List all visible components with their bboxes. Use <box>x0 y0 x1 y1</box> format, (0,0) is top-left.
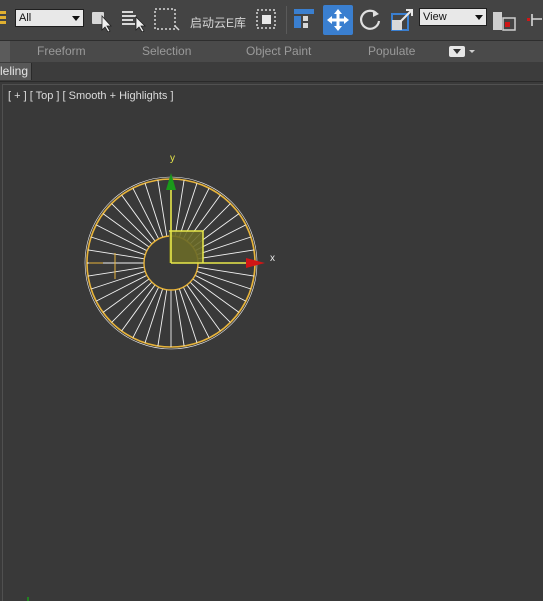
reference-coordinate-value: View <box>423 11 447 23</box>
tab-populate[interactable]: Populate <box>368 44 415 58</box>
top-viewport[interactable]: [ + ] [ Top ] [ Smooth + Highlights ] y … <box>2 84 543 601</box>
chevron-down-icon <box>72 16 80 21</box>
chevron-down-icon <box>475 15 483 20</box>
axis-label-y: y <box>170 153 175 164</box>
selection-filter-value: All <box>19 12 32 24</box>
viewport-scene: y x <box>27 153 275 601</box>
layer-icon[interactable] <box>292 6 316 32</box>
reference-coordinate-dropdown[interactable]: View <box>419 8 487 26</box>
ribbon-menu-icon[interactable] <box>449 46 479 58</box>
snap-icon[interactable] <box>526 6 543 32</box>
window-crossing-icon[interactable] <box>255 6 279 32</box>
selection-filter-dropdown[interactable]: All <box>15 9 84 27</box>
main-toolbar: All 启动云E库 View <box>0 0 543 41</box>
select-object-icon[interactable] <box>91 6 113 32</box>
select-by-name-icon[interactable] <box>121 6 147 32</box>
axis-label-x: x <box>270 253 275 264</box>
gizmo-y-arrow[interactable] <box>166 173 176 190</box>
toolbar-divider <box>286 6 287 34</box>
tab-object-paint[interactable]: Object Paint <box>246 44 311 58</box>
select-and-move-icon[interactable] <box>323 5 353 35</box>
select-and-rotate-icon[interactable] <box>357 6 383 32</box>
cloud-library-label[interactable]: 启动云E库 <box>190 14 246 31</box>
select-and-scale-icon[interactable] <box>390 6 416 32</box>
modeling-panel-label[interactable]: leling <box>0 63 33 80</box>
tab-selection[interactable]: Selection <box>142 44 191 58</box>
rectangular-selection-icon[interactable] <box>153 6 181 32</box>
gizmo-plane-handle[interactable] <box>169 231 203 263</box>
teapot-icon[interactable] <box>0 6 10 32</box>
modeling-panel-strip: leling <box>0 62 543 82</box>
ribbon-tab-modeling-edge[interactable] <box>0 41 10 62</box>
pivot-icon[interactable] <box>492 6 518 32</box>
ribbon-tab-bar: Freeform Selection Object Paint Populate <box>0 41 543 63</box>
tab-freeform[interactable]: Freeform <box>37 44 86 58</box>
